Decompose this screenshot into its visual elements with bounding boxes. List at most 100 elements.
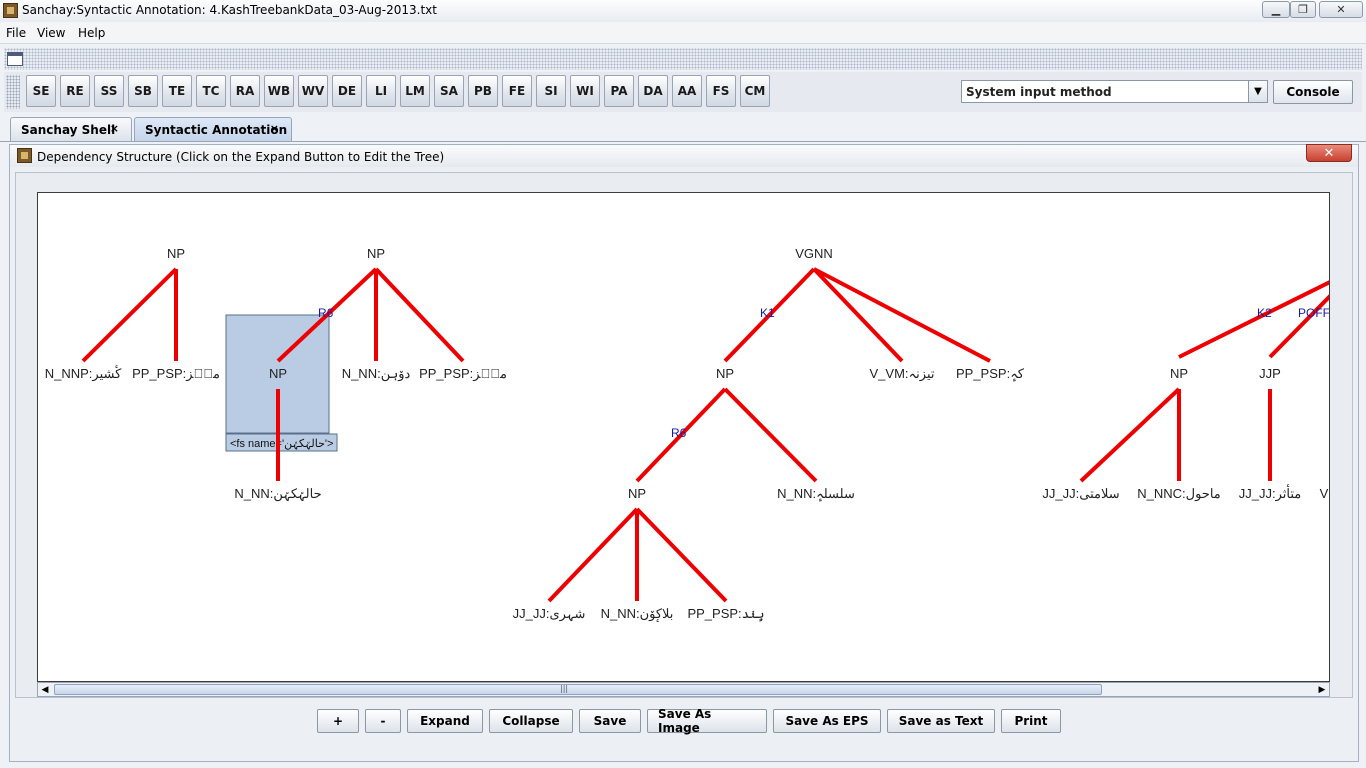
tree-edge [374,267,465,363]
toolbar-button-li[interactable]: LI [366,75,396,107]
toolbar-button-cm[interactable]: CM [740,75,770,107]
tree-node-l2[interactable]: N_NN:بلاکٕوٚن [601,606,674,623]
save-as-text-button[interactable]: Save as Text [887,709,995,733]
tree-node-l3[interactable]: PP_PSP:ہٕنٛد [687,606,764,622]
close-icon[interactable]: × [110,122,119,135]
window-title: Sanchay:Syntactic Annotation: 4.KashTree… [22,3,437,17]
toolbar-button-tc[interactable]: TC [196,75,226,107]
tree-node-np1-c2[interactable]: PP_PSP:منٛز [132,366,220,382]
tree-edge [723,387,818,483]
edge-relation-label: POFF [1298,306,1330,320]
toolbar-button-fs[interactable]: FS [706,75,736,107]
toolbar-button-ss[interactable]: SS [94,75,124,107]
toolbar-button-pa[interactable]: PA [604,75,634,107]
toolbar-button-lm[interactable]: LM [400,75,430,107]
tree-edge [81,267,178,363]
expand-button[interactable]: Expand [407,709,483,733]
tree-canvas[interactable]: <fs name='حالہ٘کہ٘ن'> NP N_NNP:کٔشیر PP_PSP… [37,192,1330,682]
window-layout-icon[interactable] [7,52,23,66]
tree-node-np2-c2[interactable]: N_NN:دوٚہن [342,366,411,382]
menu-file[interactable]: File [6,26,26,40]
tree-node-r1[interactable]: JJ_JJ:سلامتی [1042,486,1119,501]
toolbar-button-wv[interactable]: WV [298,75,328,107]
horizontal-scrollbar[interactable]: ◀ ||| ▶ [37,682,1330,697]
toolbar-button-ra[interactable]: RA [230,75,260,107]
window-close-button[interactable]: ✕ [1319,1,1363,18]
tree-edge [812,267,904,363]
toolbar-button-pb[interactable]: PB [468,75,498,107]
close-icon[interactable]: × [270,122,279,135]
zoom-in-button[interactable]: + [317,709,359,733]
zoom-out-button[interactable]: - [365,709,401,733]
save-as-eps-button[interactable]: Save As EPS [773,709,881,733]
toolbar-button-aa[interactable]: AA [672,75,702,107]
edge-relation-label: R6 [318,306,334,320]
toolbar-button-fe[interactable]: FE [502,75,532,107]
console-button[interactable]: Console [1273,80,1353,104]
scroll-grip: ||| [560,684,569,693]
app-icon [3,3,18,18]
edge-relation-label: R6 [671,426,687,440]
scroll-thumb[interactable] [54,684,1102,695]
toolbar-button-si[interactable]: SI [536,75,566,107]
toolbar-buttons: SE RE SS SB TE TC RA WB WV DE LI LM SA PB FE SI WI PA DA AA… [26,75,774,109]
tree-edge [813,267,991,363]
tree-edge [635,507,728,603]
toolbar-top-strip [4,48,1362,70]
edge-relation-label: K1 [760,306,775,320]
scroll-right-icon[interactable]: ▶ [1315,683,1329,696]
input-method-select[interactable]: System input method ▼ [961,80,1268,103]
save-button[interactable]: Save [579,709,641,733]
toolbar-button-da[interactable]: DA [638,75,668,107]
tree-node-np2-c3[interactable]: PP_PSP:منٛز [419,366,507,382]
frame-close-button[interactable]: ✕ [1306,144,1352,162]
save-as-image-button[interactable]: Save As Image [647,707,767,735]
toolbar-button-wb[interactable]: WB [264,75,294,107]
frame-icon [17,148,32,163]
toolbar-button-se[interactable]: SE [26,75,56,107]
tab-label: Syntactic Annotation [145,122,288,137]
toolbar-button-te[interactable]: TE [162,75,192,107]
edge-relation-label: K2 [1257,306,1272,320]
tree-node-np1-c1[interactable]: N_NNP:کٔشیر [45,365,122,382]
toolbar-button-sb[interactable]: SB [128,75,158,107]
tree-node-vg-np[interactable]: NP [716,366,734,381]
tree-node-np2[interactable]: NP [367,246,385,261]
chevron-down-icon[interactable]: ▼ [1248,81,1267,102]
menu-view[interactable]: View [37,26,65,40]
dependency-tree[interactable]: <fs name='حالہ٘کہ٘ن'> NP N_NNP:کٔشیر PP_PSP… [38,193,1330,682]
action-buttons: + - Expand Collapse Save Save As Image Save As… [317,707,1067,735]
tree-node-vg[interactable]: VGNN [795,246,833,261]
tree-node-vg-np-np[interactable]: NP [628,486,646,501]
tree-node-rjjp[interactable]: JJP [1259,366,1281,381]
toolbar-button-re[interactable]: RE [60,75,90,107]
tree-node-vg-pp[interactable]: PP_PSP:کہٕ [956,366,1025,382]
input-method-value: System input method [966,85,1112,99]
toolbar-button-sa[interactable]: SA [434,75,464,107]
print-button[interactable]: Print [1001,709,1061,733]
scroll-left-icon[interactable]: ◀ [38,683,52,696]
tree-node-np1[interactable]: NP [167,246,185,261]
toolbar-grip[interactable] [6,75,20,109]
collapse-button[interactable]: Collapse [489,709,573,733]
toolbar-button-de[interactable]: DE [332,75,362,107]
minimize-button[interactable]: ▁ [1262,1,1290,18]
tree-node-vg-v[interactable]: V_VM:تیزنہ [870,366,935,382]
toolbar-button-wi[interactable]: WI [570,75,600,107]
tree-node-r2[interactable]: N_NNC:ماحول [1137,486,1221,502]
tree-edge [547,507,639,603]
menu-help[interactable]: Help [78,26,105,40]
tree-node-vg-np-nn[interactable]: N_NN:سلسلہٕ [777,486,855,502]
tree-node-rnp[interactable]: NP [1170,366,1188,381]
restore-button[interactable]: ❐ [1290,1,1316,18]
tree-node-l1[interactable]: JJ_JJ:شہری [513,606,586,622]
tab-label: Sanchay Shell [21,122,116,137]
tree-node-np2-c1-c1[interactable]: N_NN:حالہ٘کہ٘ن [234,486,321,502]
feature-structure-label: <fs name='حالہ٘کہ٘ن'> [230,438,333,450]
tree-node-r4[interactable]: V [1320,486,1329,501]
tab-syntactic-annotation[interactable]: Syntactic Annotation × [134,117,292,141]
tree-node-r3[interactable]: JJ_JJ:متأثر [1239,484,1301,502]
menu-bar [0,22,1366,44]
tree-node-np2-c1[interactable]: NP [269,366,287,381]
tab-sanchay-shell[interactable]: Sanchay Shell × [10,117,132,141]
